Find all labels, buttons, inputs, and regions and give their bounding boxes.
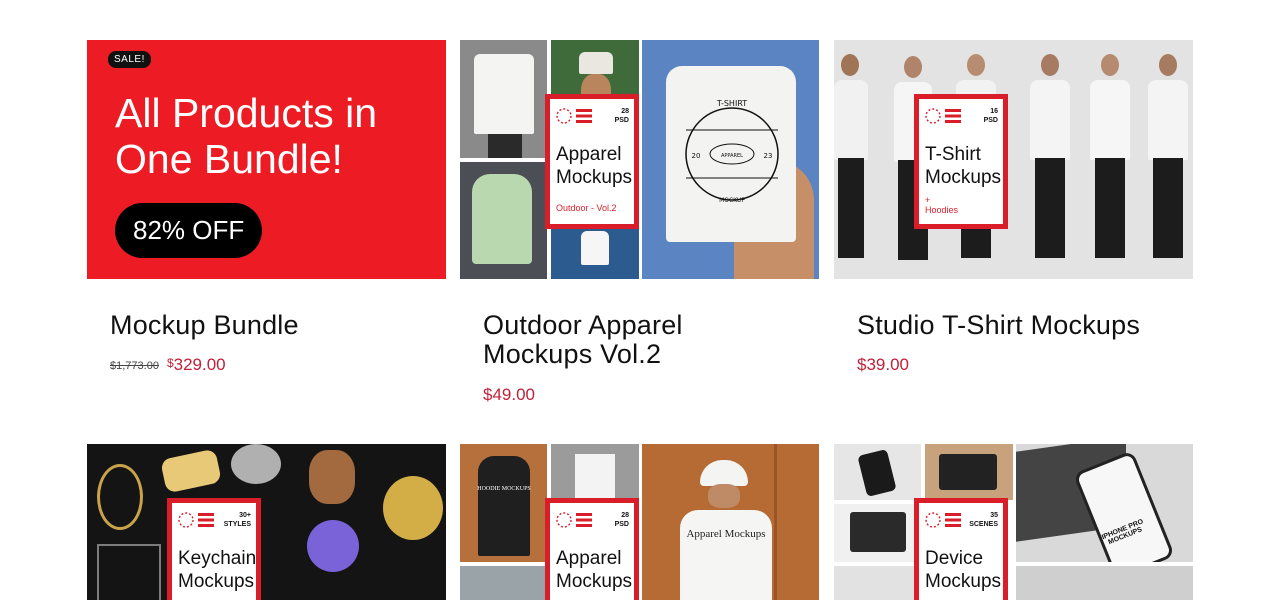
photo-tile: [925, 444, 1013, 500]
label-unit: SCENES: [969, 521, 998, 528]
photo-tile: [551, 444, 639, 502]
product-card-keychain[interactable]: 30+ STYLES Keychain Mockups: [87, 444, 446, 600]
shirt-print-graphic: T-SHIRT 20 APPAREL 23 MOCKUP: [685, 99, 779, 204]
product-card-apparel[interactable]: HOODIE MOCKUPS Apparel Mockups 28 PSD App…: [460, 444, 819, 600]
label-unit: PSD: [614, 117, 629, 124]
keychain-graphic: [97, 544, 161, 600]
product-label: 28 PSD Apparel Mockups Outdoor - Vol.2: [545, 94, 639, 229]
label-count: 16: [990, 108, 998, 115]
product-card-mockup-bundle[interactable]: SALE! All Products in One Bundle! 82% OF…: [87, 40, 446, 380]
keychain-graphic: [231, 444, 281, 484]
label-title: Keychain Mockups: [178, 548, 257, 592]
label-count: 35: [990, 512, 998, 519]
photo-tile: [834, 444, 921, 500]
product-label: 28 PSD Apparel Mockups: [545, 498, 639, 600]
label-plus: +: [925, 195, 931, 205]
label-count: 28: [621, 512, 629, 519]
photo-tile: [460, 162, 547, 279]
product-label: 35 SCENES Device Mockups: [914, 498, 1008, 600]
product-price: $39.00: [857, 355, 909, 374]
print-top: T-SHIRT: [716, 99, 747, 108]
product-thumbnail[interactable]: IPHONE PRO MOCKUPS 35 SCENES Device Mocku…: [834, 444, 1193, 600]
model-figure: [1090, 54, 1130, 279]
photo-tile: [834, 504, 921, 562]
print-center: APPAREL: [721, 153, 743, 159]
photo-tile: HOODIE MOCKUPS: [460, 444, 547, 562]
label-title: Apparel Mockups: [556, 548, 633, 592]
label-unit: STYLES: [223, 521, 251, 528]
product-title[interactable]: Mockup Bundle: [110, 311, 299, 340]
promo-headline: All Products in One Bundle!: [115, 90, 378, 182]
brand-logo-icon: [925, 108, 961, 124]
brand-logo-icon: [178, 512, 214, 528]
keychain-graphic: [383, 476, 443, 540]
label-subtitle: Outdoor - Vol.2: [556, 203, 617, 213]
keychain-graphic: [307, 520, 359, 572]
label-count: 30+: [239, 512, 251, 519]
product-price: $1,773.00 $329.00: [110, 355, 226, 375]
label-unit: PSD: [614, 521, 629, 528]
product-label: 30+ STYLES Keychain Mockups: [167, 498, 261, 600]
tee-print-text: Apparel Mockups: [686, 528, 766, 540]
model-figure: [1148, 54, 1188, 279]
brand-logo-icon: [556, 512, 592, 528]
product-thumbnail[interactable]: 30+ STYLES Keychain Mockups: [87, 444, 446, 600]
hoodie-print-text: HOODIE MOCKUPS: [477, 486, 531, 492]
model-figure: [834, 54, 868, 279]
brand-logo-icon: [925, 512, 961, 528]
product-thumbnail[interactable]: T-SHIRT 20 APPAREL 23 MOCKUP 28 PSD Appar…: [460, 40, 819, 279]
print-right: 23: [764, 152, 773, 160]
photo-tile: [1016, 566, 1193, 600]
photo-tile: [460, 40, 547, 158]
photo-tile: IPHONE PRO MOCKUPS: [1016, 444, 1193, 562]
discount-badge: 82% OFF: [115, 203, 263, 258]
product-thumbnail[interactable]: HOODIE MOCKUPS Apparel Mockups 28 PSD App…: [460, 444, 819, 600]
keychain-graphic: [160, 448, 222, 494]
brand-logo-icon: [556, 108, 592, 124]
label-title: Apparel Mockups: [556, 144, 633, 188]
label-title: T-Shirt Mockups: [925, 144, 1002, 188]
photo-tile: Apparel Mockups: [642, 444, 819, 600]
product-card-outdoor-apparel[interactable]: T-SHIRT 20 APPAREL 23 MOCKUP 28 PSD Appar…: [460, 40, 819, 420]
product-thumbnail[interactable]: SALE! All Products in One Bundle! 82% OF…: [87, 40, 446, 279]
sale-badge: SALE!: [108, 51, 151, 68]
label-unit: PSD: [983, 117, 998, 124]
model-figure: [1030, 54, 1070, 279]
product-thumbnail[interactable]: 16 PSD T-Shirt Mockups + Hoodies: [834, 40, 1193, 279]
product-label: 16 PSD T-Shirt Mockups + Hoodies: [914, 94, 1008, 229]
original-price: $1,773.00: [110, 360, 159, 372]
sale-price: 329.00: [173, 355, 226, 374]
label-count: 28: [621, 108, 629, 115]
print-bottom: MOCKUP: [719, 197, 745, 204]
print-left: 20: [692, 152, 701, 160]
product-title[interactable]: Outdoor Apparel Mockups Vol.2: [483, 311, 733, 369]
keychain-graphic: [309, 450, 355, 504]
label-title: Device Mockups: [925, 548, 1002, 592]
photo-tile: [460, 566, 547, 600]
label-subtitle: Hoodies: [925, 205, 959, 215]
keychain-graphic: [97, 464, 143, 530]
photo-tile: [551, 225, 639, 279]
product-title[interactable]: Studio T-Shirt Mockups: [857, 311, 1187, 340]
photo-tile: [834, 566, 921, 600]
product-card-device[interactable]: IPHONE PRO MOCKUPS 35 SCENES Device Mocku…: [834, 444, 1193, 600]
product-card-studio-tshirt[interactable]: 16 PSD T-Shirt Mockups + Hoodies Studio T-…: [834, 40, 1193, 380]
photo-tile: T-SHIRT 20 APPAREL 23 MOCKUP: [642, 40, 819, 279]
product-price: $49.00: [483, 385, 535, 404]
currency-sign: $: [166, 356, 174, 370]
